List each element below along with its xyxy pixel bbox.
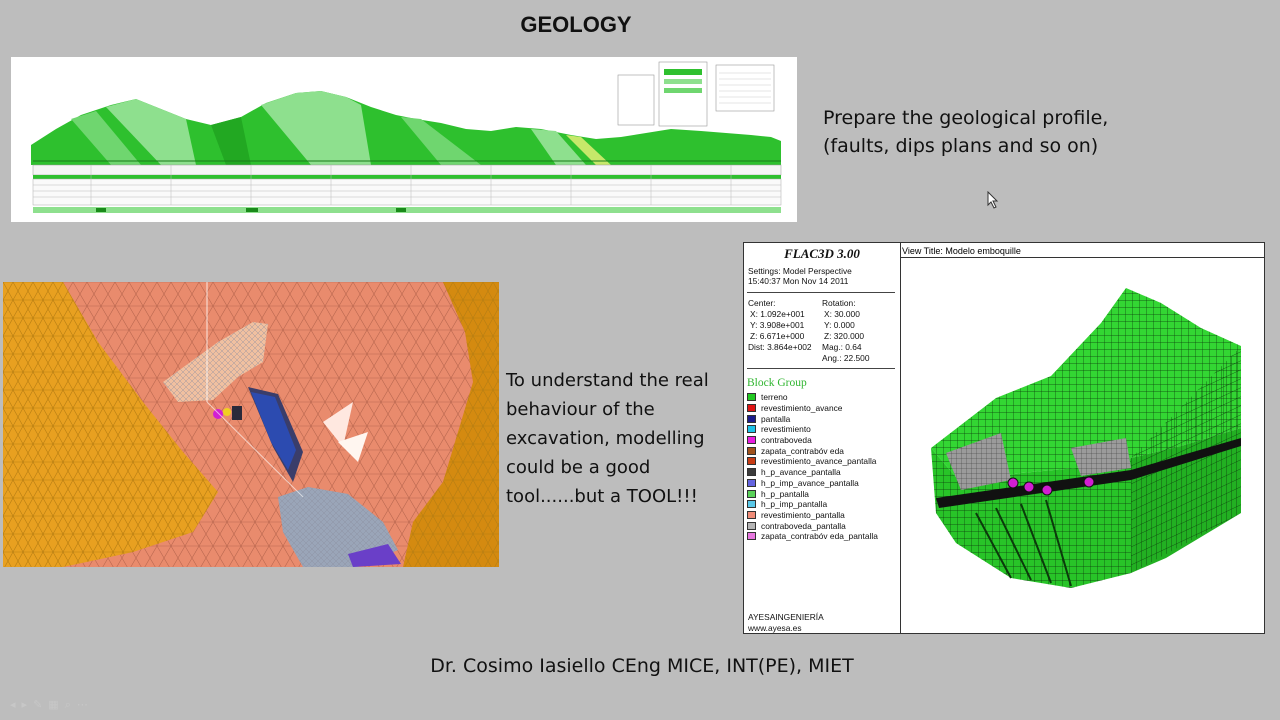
flac3d-timestamp: 15:40:37 Mon Nov 14 2011	[748, 276, 849, 286]
legend-item: revestimiento_pantalla	[747, 510, 878, 521]
legend-swatch	[747, 500, 756, 509]
legend-item: revestimiento_avance	[747, 403, 878, 414]
excavation-mesh-image	[3, 282, 499, 567]
legend-swatch	[747, 414, 756, 423]
geology-text-line-2: (faults, dips plans and so on)	[823, 135, 1099, 157]
flac3d-rot-y: Y: 0.000	[824, 320, 855, 330]
legend-label: revestimiento	[761, 424, 811, 435]
legend-item: contraboveda_pantalla	[747, 520, 878, 531]
legend-swatch	[747, 532, 756, 541]
zoom-icon[interactable]: ⌕	[65, 699, 77, 711]
legend-item: terreno	[747, 392, 878, 403]
flac3d-output-panel: FLAC3D 3.00 Settings: Model Perspective …	[743, 242, 1265, 634]
pen-icon[interactable]: ✎	[33, 699, 48, 711]
flac3d-ang: Ang.: 22.500	[822, 353, 870, 363]
legend-item: h_p_imp_pantalla	[747, 499, 878, 510]
legend-swatch	[747, 404, 756, 413]
excavation-mesh-drawing	[3, 282, 499, 567]
flac3d-center-label: Center:	[748, 298, 776, 308]
legend-label: h_p_avance_pantalla	[761, 467, 841, 478]
flac3d-title: FLAC3D 3.00	[784, 246, 860, 261]
legend-item: zapata_contrabóv eda	[747, 445, 878, 456]
flac3d-rotation-label: Rotation:	[822, 298, 856, 308]
legend-swatch	[747, 393, 756, 402]
legend-label: zapata_contrabóv eda_pantalla	[761, 531, 878, 542]
legend-item: pantalla	[747, 413, 878, 424]
legend-swatch	[747, 478, 756, 487]
slideshow-toolbar[interactable]: ◂▸✎▦⌕⋯	[10, 698, 94, 712]
flac3d-rot-x: X: 30.000	[824, 309, 860, 319]
legend-item: h_p_pantalla	[747, 488, 878, 499]
flac3d-view-title: View Title: Modelo emboquille	[902, 246, 1021, 256]
legend-swatch	[747, 468, 756, 477]
flac3d-block-model	[931, 288, 1241, 588]
legend-swatch	[747, 510, 756, 519]
modelling-text-line-5: tool......but a TOOL!!!	[506, 486, 698, 507]
flac3d-center-y: Y: 3.908e+001	[750, 320, 805, 330]
legend-swatch	[747, 446, 756, 455]
legend-item: zapata_contrabóv eda_pantalla	[747, 531, 878, 542]
legend-label: zapata_contrabóv eda	[761, 445, 844, 456]
geological-profile-drawing	[11, 57, 797, 222]
legend-item: h_p_avance_pantalla	[747, 467, 878, 478]
geological-profile-image	[11, 57, 797, 222]
legend-label: h_p_pantalla	[761, 488, 809, 499]
flac3d-divider	[747, 368, 895, 369]
legend-item: revestimiento	[747, 424, 878, 435]
legend-item: h_p_imp_avance_pantalla	[747, 478, 878, 489]
modelling-text-line-3: excavation, modelling	[506, 428, 705, 449]
legend-label: revestimiento_avance	[761, 403, 843, 414]
geology-text-line-1: Prepare the geological profile,	[823, 107, 1109, 129]
next-slide-icon[interactable]: ▸	[22, 699, 34, 711]
legend-label: revestimiento_pantalla	[761, 509, 845, 520]
legend-label: terreno	[761, 392, 788, 403]
flac3d-settings: Settings: Model Perspective	[748, 266, 852, 276]
block-group-legend: terreno revestimiento_avance pantalla reves…	[747, 392, 878, 542]
mouse-cursor-icon	[987, 191, 999, 209]
block-group-title: Block Group	[747, 377, 807, 389]
legend-swatch	[747, 425, 756, 434]
flac3d-dist: Dist: 3.864e+002	[748, 342, 812, 352]
legend-label: contraboveda	[761, 435, 812, 446]
presenter-credit: Dr. Cosimo Iasiello CEng MICE, INT(PE), …	[430, 655, 854, 677]
slides-icon[interactable]: ▦	[48, 699, 64, 711]
flac3d-info-column: FLAC3D 3.00 Settings: Model Perspective …	[744, 243, 901, 633]
modelling-description: To understand the real behaviour of the …	[506, 366, 742, 511]
modelling-text-line-4: could be a good	[506, 457, 651, 478]
company-name: AYESAINGENIERÍA	[748, 612, 824, 622]
slide-title: GEOLOGY	[520, 12, 632, 37]
slide: GEOLOGY Prepare the geological profile, …	[0, 0, 1280, 720]
flac3d-center-z: Z: 6.671e+000	[750, 331, 805, 341]
legend-swatch	[747, 489, 756, 498]
company-website: www.ayesa.es	[748, 623, 802, 633]
modelling-text-line-2: behaviour of the	[506, 399, 655, 420]
flac3d-divider	[747, 292, 895, 293]
legend-label: revestimiento_avance_pantalla	[761, 456, 877, 467]
legend-item: contraboveda	[747, 435, 878, 446]
legend-label: pantalla	[761, 413, 791, 424]
legend-item: revestimiento_avance_pantalla	[747, 456, 878, 467]
legend-label: contraboveda_pantalla	[761, 520, 846, 531]
legend-swatch	[747, 457, 756, 466]
more-icon[interactable]: ⋯	[77, 699, 94, 711]
legend-label: h_p_imp_avance_pantalla	[761, 477, 859, 488]
geology-description: Prepare the geological profile, (faults,…	[823, 104, 1243, 160]
legend-swatch	[747, 436, 756, 445]
modelling-text-line-1: To understand the real	[506, 370, 709, 391]
legend-label: h_p_imp_pantalla	[761, 499, 828, 510]
flac3d-rot-z: Z: 320.000	[824, 331, 865, 341]
legend-swatch	[747, 521, 756, 530]
flac3d-mag: Mag.: 0.64	[822, 342, 862, 352]
flac3d-center-x: X: 1.092e+001	[750, 309, 805, 319]
previous-slide-icon[interactable]: ◂	[10, 699, 22, 711]
